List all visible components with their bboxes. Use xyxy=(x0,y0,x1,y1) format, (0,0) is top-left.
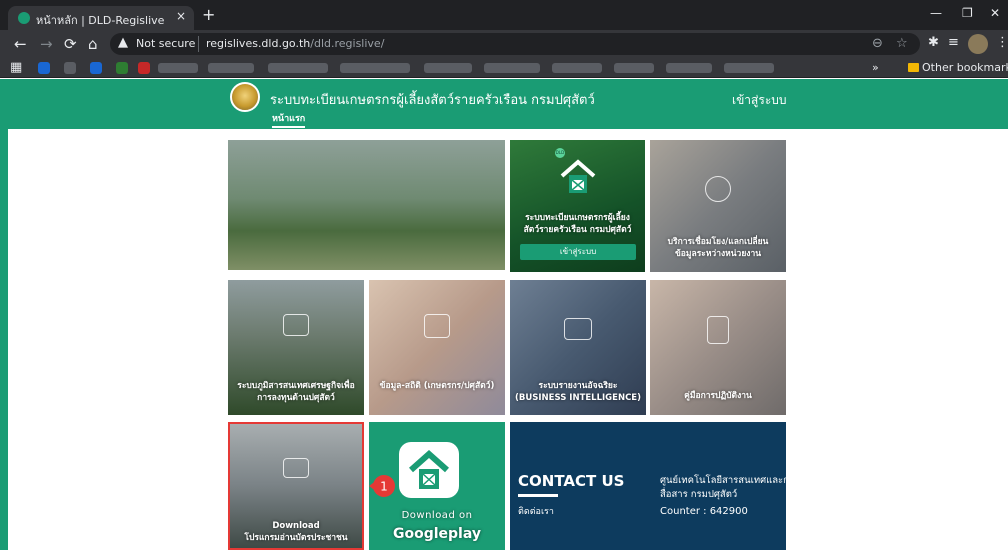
step-callout-number: 1 xyxy=(380,480,388,494)
bookmark-item[interactable] xyxy=(158,63,198,73)
tab-title: หน้าหลัก | DLD-Regislive xyxy=(36,14,165,27)
bookmark-item[interactable] xyxy=(208,63,254,73)
app-logo xyxy=(399,442,459,498)
contact-panel: CONTACT US ติดต่อเรา ศูนย์เทคโนโลยีสารสน… xyxy=(510,422,786,550)
bookmark-item[interactable] xyxy=(666,63,712,73)
not-secure-label[interactable]: Not secure xyxy=(136,37,195,50)
extensions-icon[interactable]: ✱ xyxy=(928,35,939,50)
barn-icon xyxy=(560,159,596,193)
tile-data-exchange[interactable]: บริการเชื่อมโยง/แลกเปลี่ยนข้อมูลระหว่างห… xyxy=(650,140,786,272)
tile-bi-label: ระบบรายงานอัจฉริยะ xyxy=(538,381,618,391)
chat-icon xyxy=(283,458,309,478)
apps-icon[interactable]: ▦ xyxy=(10,60,22,75)
tile-manual[interactable]: คู่มือการปฏิบัติงาน xyxy=(650,280,786,415)
tile-statistics-label: ข้อมูล-สถิติ (เกษตรกร/ปศุสัตว์) xyxy=(379,381,495,391)
tile-business-intelligence[interactable]: ระบบรายงานอัจฉริยะ (BUSINESS INTELLIGENC… xyxy=(510,280,646,415)
other-bookmarks[interactable]: Other bookmarks xyxy=(922,61,1008,74)
star-icon[interactable]: ☆ xyxy=(896,36,908,51)
bookmark-item[interactable] xyxy=(484,63,540,73)
contact-title: CONTACT US xyxy=(518,472,625,490)
forward-icon[interactable]: → xyxy=(40,35,53,53)
bookmark-item[interactable] xyxy=(90,62,102,74)
sync-icon xyxy=(705,176,731,202)
site-header: ระบบทะเบียนเกษตรกรผู้เลี้ยงสัตว์รายครัวเ… xyxy=(8,79,1008,129)
contact-center-name: ศูนย์เทคโนโลยีสารสนเทศและการสื่อสาร กรมป… xyxy=(660,475,786,500)
farmer-login-button[interactable]: เข้าสู่ระบบ xyxy=(520,244,636,260)
tile-data-exchange-label: บริการเชื่อมโยง/แลกเปลี่ยนข้อมูลระหว่างห… xyxy=(667,237,769,259)
login-link[interactable]: เข้าสู่ระบบ xyxy=(732,91,787,110)
back-icon[interactable]: ← xyxy=(14,35,27,53)
address-bar[interactable]: ▲ Not secure regislives.dld.go.th/dld.re… xyxy=(110,33,920,55)
reload-icon[interactable]: ⟳ xyxy=(64,35,77,53)
page-viewport: ระบบทะเบียนเกษตรกรผู้เลี้ยงสัตว์รายครัวเ… xyxy=(0,79,1008,550)
home-icon[interactable]: ⌂ xyxy=(88,35,98,53)
google-play-label: Googleplay xyxy=(392,526,481,542)
bookmark-item[interactable] xyxy=(340,63,410,73)
tab-close-icon[interactable]: × xyxy=(176,9,186,23)
browser-tab[interactable]: หน้าหลัก | DLD-Regislive × xyxy=(8,6,194,30)
close-window-icon[interactable]: ✕ xyxy=(990,6,1000,20)
bookmark-item[interactable] xyxy=(424,63,472,73)
document-icon xyxy=(707,316,729,344)
banner-image xyxy=(228,140,505,270)
play-download-label: Download on xyxy=(401,510,473,521)
menu-icon[interactable]: ⋮ xyxy=(996,35,1008,50)
bookmarks-overflow-icon[interactable]: » xyxy=(872,61,879,74)
department-logo[interactable] xyxy=(230,82,260,112)
contact-underline xyxy=(518,494,558,497)
graph-icon xyxy=(424,314,450,338)
tile-manual-label: คู่มือการปฏิบัติงาน xyxy=(684,391,752,401)
site-favicon-icon xyxy=(18,12,30,24)
folder-icon xyxy=(908,63,919,72)
reading-list-icon[interactable]: ≡ xyxy=(948,35,959,50)
visitor-counter: Counter : 642900 xyxy=(660,506,748,517)
tile-economy-label: ระบบภูมิสารสนเทศเศรษฐกิจเพื่อการลงทุนด้า… xyxy=(237,381,355,403)
bookmark-item[interactable] xyxy=(38,62,50,74)
browser-toolbar: ← → ⟳ ⌂ ▲ Not secure regislives.dld.go.t… xyxy=(0,30,1008,58)
nav-home[interactable]: หน้าแรก xyxy=(272,111,306,128)
image-icon xyxy=(564,318,592,340)
tile-economy[interactable]: ระบบภูมิสารสนเทศเศรษฐกิจเพื่อการลงทุนด้า… xyxy=(228,280,364,415)
tile-bi-sublabel: (BUSINESS INTELLIGENCE) xyxy=(515,393,641,403)
bookmark-item[interactable] xyxy=(138,62,150,74)
bookmark-item[interactable] xyxy=(552,63,602,73)
site-title: ระบบทะเบียนเกษตรกรผู้เลี้ยงสัตว์รายครัวเ… xyxy=(270,93,595,108)
warning-icon[interactable]: ▲ xyxy=(118,35,128,50)
tile-download-sublabel: โปรแกรมอ่านบัตรประชาชน xyxy=(244,533,348,543)
bookmark-item[interactable] xyxy=(724,63,774,73)
tile-download-id-reader[interactable]: Download โปรแกรมอ่านบัตรประชาชน xyxy=(228,422,364,550)
zoom-icon[interactable]: ⊖ xyxy=(872,36,883,51)
bookmark-item[interactable] xyxy=(64,62,76,74)
bookmark-item[interactable] xyxy=(116,62,128,74)
profile-icon[interactable] xyxy=(968,34,988,54)
barn-icon xyxy=(409,449,449,489)
url-text[interactable]: regislives.dld.go.th/dld.regislive/ xyxy=(206,37,384,50)
tile-download-title: Download xyxy=(272,521,320,531)
minimize-icon[interactable]: — xyxy=(930,6,942,20)
contact-subtitle: ติดต่อเรา xyxy=(518,507,554,517)
tile-farmer-registry[interactable]: DLD ระบบทะเบียนเกษตรกรผู้เลี้ยงสัตว์รายค… xyxy=(510,140,645,272)
chart-icon xyxy=(283,314,309,336)
tile-statistics[interactable]: ข้อมูล-สถิติ (เกษตรกร/ปศุสัตว์) xyxy=(369,280,505,415)
bookmark-item[interactable] xyxy=(268,63,328,73)
bookmarks-bar: ▦ » Other bookmarks xyxy=(0,58,1008,78)
restore-icon[interactable]: ❐ xyxy=(962,6,973,20)
url-divider xyxy=(198,36,199,52)
bookmark-item[interactable] xyxy=(614,63,654,73)
new-tab-button[interactable]: + xyxy=(202,5,215,24)
step-callout: 1 xyxy=(369,475,395,497)
page-edge xyxy=(0,79,8,550)
browser-tab-bar: หน้าหลัก | DLD-Regislive × + — ❐ ✕ xyxy=(0,0,1008,30)
tile-farmer-registry-label: ระบบทะเบียนเกษตรกรผู้เลี้ยงสัตว์รายครัวเ… xyxy=(523,213,632,235)
